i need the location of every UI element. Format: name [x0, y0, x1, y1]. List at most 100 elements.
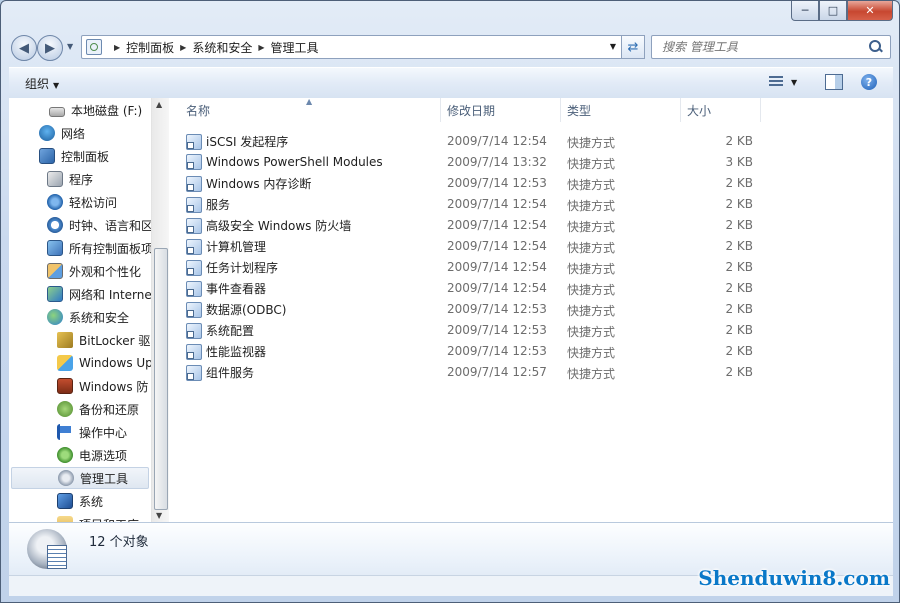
file-name: 计算机管理	[206, 240, 267, 254]
search-input[interactable]	[660, 39, 868, 55]
file-name: iSCSI 发起程序	[206, 135, 289, 149]
shortcut-icon	[186, 238, 202, 255]
file-row[interactable]: 组件服务 2009/7/14 12:57 快捷方式 2 KB	[168, 362, 893, 383]
organize-button[interactable]: 组织 ▼	[25, 75, 59, 92]
chevron-right-icon[interactable]: ▶	[180, 43, 186, 52]
help-icon[interactable]: ?	[861, 74, 877, 90]
file-type: 快捷方式	[567, 304, 616, 318]
chevron-down-icon[interactable]: ▼	[791, 78, 797, 87]
maximize-button[interactable]: □	[819, 1, 847, 21]
sidebar-item[interactable]: 网络	[9, 122, 151, 144]
file-type: 快捷方式	[567, 367, 616, 381]
sidebar-item[interactable]: 电源选项	[9, 444, 151, 466]
breadcrumb-system-security[interactable]: 系统和安全	[192, 39, 252, 56]
scrollbar-thumb[interactable]	[154, 248, 168, 510]
sidebar-item[interactable]: Windows Up	[9, 352, 151, 374]
search-icon[interactable]	[868, 39, 884, 55]
sidebar-item[interactable]: 网络和 Interne	[9, 283, 151, 305]
firewall-icon	[57, 378, 73, 394]
sidebar-item[interactable]: Windows 防	[9, 375, 151, 397]
file-row[interactable]: Windows PowerShell Modules 2009/7/14 13:3…	[168, 152, 893, 173]
sidebar-item[interactable]: 项目和工序	[9, 513, 151, 522]
scroll-up-icon[interactable]: ▲	[156, 100, 162, 109]
file-type: 快捷方式	[567, 220, 616, 234]
shortcut-icon	[186, 364, 202, 381]
sidebar-item[interactable]: 管理工具	[11, 467, 149, 489]
column-header-name[interactable]: 名称	[168, 98, 441, 122]
file-row[interactable]: 服务 2009/7/14 12:54 快捷方式 2 KB	[168, 194, 893, 215]
scroll-down-icon[interactable]: ▼	[156, 511, 162, 520]
security-icon	[47, 309, 63, 325]
admin-tools-icon	[27, 529, 67, 569]
sidebar-item[interactable]: 程序	[9, 168, 151, 190]
file-name-cell: 系统配置	[186, 322, 254, 339]
close-button[interactable]: ✕	[847, 1, 893, 21]
file-row[interactable]: 任务计划程序 2009/7/14 12:54 快捷方式 2 KB	[168, 257, 893, 278]
file-row[interactable]: 系统配置 2009/7/14 12:53 快捷方式 2 KB	[168, 320, 893, 341]
column-header-date[interactable]: 修改日期	[441, 98, 561, 122]
column-header-size[interactable]: 大小	[681, 98, 761, 122]
shortcut-icon	[186, 259, 202, 276]
file-date: 2009/7/14 12:54	[447, 239, 547, 253]
refresh-button[interactable]: ⇄	[621, 35, 645, 59]
file-name-cell: 性能监视器	[186, 343, 266, 360]
file-size: 2 KB	[725, 323, 753, 337]
drive-icon	[49, 107, 65, 117]
sidebar-item-label: 系统和安全	[69, 310, 130, 325]
chevron-right-icon[interactable]: ▶	[114, 43, 120, 52]
sidebar-item[interactable]: 系统	[9, 490, 151, 512]
chevron-right-icon[interactable]: ▶	[258, 43, 264, 52]
preview-pane-icon[interactable]	[825, 74, 843, 90]
file-date: 2009/7/14 12:54	[447, 197, 547, 211]
navigation-scrollbar[interactable]: ▲ ▼	[151, 98, 169, 522]
recent-pages-dropdown[interactable]: ▼	[67, 42, 73, 51]
address-dropdown-icon[interactable]: ▼	[610, 42, 616, 51]
file-row[interactable]: 性能监视器 2009/7/14 12:53 快捷方式 2 KB	[168, 341, 893, 362]
file-row[interactable]: 计算机管理 2009/7/14 12:54 快捷方式 2 KB	[168, 236, 893, 257]
sidebar-item[interactable]: 系统和安全	[9, 306, 151, 328]
minimize-button[interactable]: ─	[791, 1, 819, 21]
explorer-window: ─ □ ✕ ◀ ▶ ▼ ▶ 控制面板 ▶ 系统和安全 ▶ 管理工具 ▼ ⇄ 组	[0, 0, 900, 603]
column-header-type[interactable]: 类型	[561, 98, 681, 122]
file-name: 任务计划程序	[206, 261, 279, 275]
file-type: 快捷方式	[567, 199, 616, 213]
sidebar-item[interactable]: 时钟、语言和区	[9, 214, 151, 236]
shortcut-icon	[186, 154, 202, 170]
file-row[interactable]: 数据源(ODBC) 2009/7/14 12:53 快捷方式 2 KB	[168, 299, 893, 320]
ease-of-access-icon	[47, 194, 63, 210]
sidebar-item-label: 所有控制面板项	[69, 241, 151, 256]
sidebar-item[interactable]: 外观和个性化	[9, 260, 151, 282]
sidebar-item[interactable]: BitLocker 驱	[9, 329, 151, 351]
column-date-label: 修改日期	[447, 103, 496, 118]
admin-tools-icon	[58, 470, 74, 486]
forward-button[interactable]: ▶	[37, 35, 63, 61]
file-row[interactable]: 事件查看器 2009/7/14 12:54 快捷方式 2 KB	[168, 278, 893, 299]
file-size: 2 KB	[725, 239, 753, 253]
sidebar-item-label: 外观和个性化	[69, 264, 142, 279]
file-type: 快捷方式	[567, 283, 616, 297]
sidebar-item[interactable]: 本地磁盘 (F:)	[9, 99, 151, 121]
sidebar-item[interactable]: 备份和还原	[9, 398, 151, 420]
breadcrumb-admin-tools[interactable]: 管理工具	[271, 39, 319, 56]
sidebar-item[interactable]: 控制面板	[9, 145, 151, 167]
breadcrumb: ▶ 控制面板 ▶ 系统和安全 ▶ 管理工具	[108, 39, 319, 56]
file-list: ▲ 名称 修改日期 类型 大小 iSCSI 发起程序 2009/7/14 12:5…	[168, 97, 893, 522]
sidebar-item[interactable]: 操作中心	[9, 421, 151, 443]
change-view-button[interactable]: ▼	[769, 74, 799, 90]
file-row[interactable]: Windows 内存诊断 2009/7/14 12:53 快捷方式 2 KB	[168, 173, 893, 194]
sidebar-item[interactable]: 所有控制面板项	[9, 237, 151, 259]
file-row[interactable]: 高级安全 Windows 防火墙 2009/7/14 12:54 快捷方式 2 KB	[168, 215, 893, 236]
search-box[interactable]	[651, 35, 891, 59]
watermark-text: Shenduwin8.com	[698, 566, 890, 590]
address-bar[interactable]: ▶ 控制面板 ▶ 系统和安全 ▶ 管理工具 ▼	[81, 35, 623, 59]
breadcrumb-control-panel[interactable]: 控制面板	[126, 39, 174, 56]
file-date: 2009/7/14 12:54	[447, 218, 547, 232]
shortcut-icon	[186, 322, 202, 339]
admin-tools-icon	[86, 39, 102, 55]
file-row[interactable]: iSCSI 发起程序 2009/7/14 12:54 快捷方式 2 KB	[168, 131, 893, 152]
control-panel-icon	[39, 148, 55, 164]
navigation-bar: ◀ ▶ ▼ ▶ 控制面板 ▶ 系统和安全 ▶ 管理工具 ▼ ⇄	[9, 33, 893, 61]
back-button[interactable]: ◀	[11, 35, 37, 61]
file-date: 2009/7/14 12:53	[447, 344, 547, 358]
sidebar-item[interactable]: 轻松访问	[9, 191, 151, 213]
